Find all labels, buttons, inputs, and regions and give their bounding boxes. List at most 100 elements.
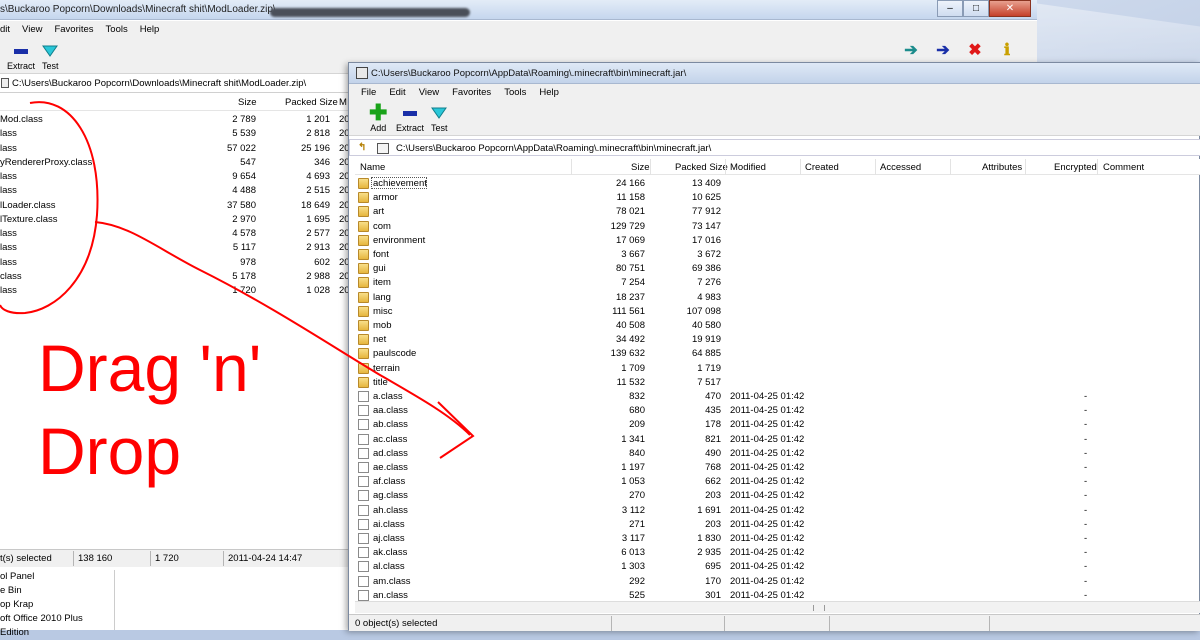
file-row[interactable]: ae.class 1 197 768 2011-04-25 01:42 -: [355, 461, 1200, 475]
folder-row[interactable]: terrain 1 709 1 719: [355, 362, 1200, 376]
folder-row[interactable]: lang 18 237 4 983: [355, 291, 1200, 305]
extract-button[interactable]: Extract: [396, 103, 424, 133]
col-packed[interactable]: Packed Size: [285, 97, 338, 108]
test-icon: [431, 103, 448, 123]
col-comment[interactable]: Comment: [1103, 162, 1144, 173]
horizontal-scrollbar[interactable]: [355, 601, 1200, 613]
col-encrypted[interactable]: Encrypted: [1054, 162, 1097, 173]
item-modified: 2011-04-25 01:42: [730, 419, 805, 431]
folder-row[interactable]: achievement 24 166 13 409: [355, 177, 1200, 191]
col-modified[interactable]: M: [339, 97, 347, 108]
table-row[interactable]: Mod.class 2 789 1 201 20: [0, 113, 350, 127]
col-attributes[interactable]: Attributes: [982, 162, 1022, 173]
file-row[interactable]: am.class 292 170 2011-04-25 01:42 -: [355, 575, 1200, 589]
file-row[interactable]: ac.class 1 341 821 2011-04-25 01:42 -: [355, 433, 1200, 447]
file-size: 5 178: [232, 270, 256, 282]
folder-row[interactable]: font 3 667 3 672: [355, 248, 1200, 262]
col-accessed[interactable]: Accessed: [880, 162, 921, 173]
table-row[interactable]: lass 4 488 2 515 20: [0, 184, 350, 198]
menu-help[interactable]: Help: [140, 24, 160, 35]
scroll-thumb[interactable]: [813, 605, 825, 611]
table-row[interactable]: class 5 178 2 988 20: [0, 270, 350, 284]
info-icon[interactable]: ℹ: [997, 40, 1017, 60]
copy-arrow-icon[interactable]: ➔: [901, 40, 921, 60]
close-button[interactable]: ✕: [989, 0, 1031, 17]
test-button[interactable]: Test: [42, 41, 59, 71]
file-row[interactable]: al.class 1 303 695 2011-04-25 01:42 -: [355, 560, 1200, 574]
back-window-titlebar[interactable]: s\Buckaroo Popcorn\Downloads\Minecraft s…: [0, 0, 1037, 20]
folder-icon: [358, 249, 369, 260]
delete-icon[interactable]: ✖: [965, 40, 985, 60]
menu-file[interactable]: File: [361, 87, 376, 98]
file-row[interactable]: a.class 832 470 2011-04-25 01:42 -: [355, 390, 1200, 404]
file-row[interactable]: ag.class 270 203 2011-04-25 01:42 -: [355, 489, 1200, 503]
folder-row[interactable]: mob 40 508 40 580: [355, 319, 1200, 333]
folder-row[interactable]: paulscode 139 632 64 885: [355, 347, 1200, 361]
file-row[interactable]: aa.class 680 435 2011-04-25 01:42 -: [355, 404, 1200, 418]
item-size: 3 117: [621, 533, 645, 544]
col-name[interactable]: Name: [360, 162, 385, 173]
add-button[interactable]: ✚ Add: [369, 102, 387, 134]
menu-help[interactable]: Help: [539, 87, 559, 98]
col-created[interactable]: Created: [805, 162, 839, 173]
file-icon: [358, 476, 369, 488]
folder-row[interactable]: misc 111 561 107 098: [355, 305, 1200, 319]
folder-row[interactable]: title 11 532 7 517: [355, 376, 1200, 390]
folder-row[interactable]: environment 17 069 17 016: [355, 234, 1200, 248]
move-arrow-icon[interactable]: ➔: [933, 40, 953, 60]
table-row[interactable]: lass 1 720 1 028 20: [0, 284, 350, 298]
folder-row[interactable]: gui 80 751 69 386: [355, 262, 1200, 276]
file-row[interactable]: an.class 525 301 2011-04-25 01:42 -: [355, 589, 1200, 601]
menu-view[interactable]: View: [419, 87, 439, 98]
table-row[interactable]: lass 978 602 20: [0, 256, 350, 270]
table-row[interactable]: lass 5 539 2 818 20: [0, 127, 350, 141]
menu-view[interactable]: View: [22, 24, 42, 35]
file-row[interactable]: ab.class 209 178 2011-04-25 01:42 -: [355, 418, 1200, 432]
table-row[interactable]: lass 5 117 2 913 20: [0, 241, 350, 255]
file-row[interactable]: af.class 1 053 662 2011-04-25 01:42 -: [355, 475, 1200, 489]
folder-row[interactable]: art 78 021 77 912: [355, 205, 1200, 219]
col-size[interactable]: Size: [238, 97, 256, 108]
menu-tools[interactable]: Tools: [106, 24, 128, 35]
maximize-button[interactable]: □: [963, 0, 989, 17]
folder-row[interactable]: armor 11 158 10 625: [355, 191, 1200, 205]
item-size: 34 492: [615, 334, 645, 346]
table-row[interactable]: yRendererProxy.class 547 346 20: [0, 156, 350, 170]
nav-item[interactable]: ol Panel: [0, 570, 114, 584]
table-row[interactable]: lass 57 022 25 196 20: [0, 142, 350, 156]
file-row[interactable]: ai.class 271 203 2011-04-25 01:42 -: [355, 518, 1200, 532]
minimize-button[interactable]: –: [937, 0, 963, 17]
file-row[interactable]: ak.class 6 013 2 935 2011-04-25 01:42 -: [355, 546, 1200, 560]
file-row[interactable]: ah.class 3 112 1 691 2011-04-25 01:42 -: [355, 504, 1200, 518]
menu-edit[interactable]: Edit: [389, 87, 405, 98]
folder-row[interactable]: net 34 492 19 919: [355, 333, 1200, 347]
extract-button[interactable]: Extract: [7, 41, 35, 71]
menu-edit[interactable]: dit: [0, 24, 10, 35]
col-packed-size[interactable]: Packed Size: [675, 162, 728, 173]
menu-tools[interactable]: Tools: [504, 87, 526, 98]
test-button[interactable]: Test: [431, 103, 448, 133]
file-row[interactable]: aj.class 3 117 1 830 2011-04-25 01:42 -: [355, 532, 1200, 546]
item-name: an.class: [373, 589, 408, 601]
folder-row[interactable]: com 129 729 73 147: [355, 220, 1200, 234]
col-modified[interactable]: Modified: [730, 162, 766, 173]
item-packed-size: 77 912: [691, 206, 721, 218]
folder-row[interactable]: item 7 254 7 276: [355, 276, 1200, 290]
item-modified: 2011-04-25 01:42: [730, 504, 805, 516]
table-row[interactable]: lass 4 578 2 577 20: [0, 227, 350, 241]
nav-item[interactable]: oft Office 2010 Plus Edition: [0, 612, 114, 638]
front-window-titlebar[interactable]: C:\Users\Buckaroo Popcorn\AppData\Roamin…: [349, 63, 1200, 84]
folder-up-icon[interactable]: ↰: [358, 142, 370, 154]
folder-icon: [358, 220, 369, 232]
nav-item[interactable]: e Bin: [0, 584, 114, 598]
file-size: 57 022: [226, 142, 256, 154]
menu-favorites[interactable]: Favorites: [452, 87, 491, 98]
table-row[interactable]: lLoader.class 37 580 18 649 20: [0, 199, 350, 213]
nav-item[interactable]: op Krap: [0, 598, 114, 612]
table-row[interactable]: lass 9 654 4 693 20: [0, 170, 350, 184]
table-row[interactable]: lTexture.class 2 970 1 695 20: [0, 213, 350, 227]
col-size[interactable]: Size: [631, 162, 649, 173]
menu-favorites[interactable]: Favorites: [54, 24, 93, 35]
file-row[interactable]: ad.class 840 490 2011-04-25 01:42 -: [355, 447, 1200, 461]
front-path-bar[interactable]: ↰ C:\Users\Buckaroo Popcorn\AppData\Roam…: [349, 139, 1200, 156]
